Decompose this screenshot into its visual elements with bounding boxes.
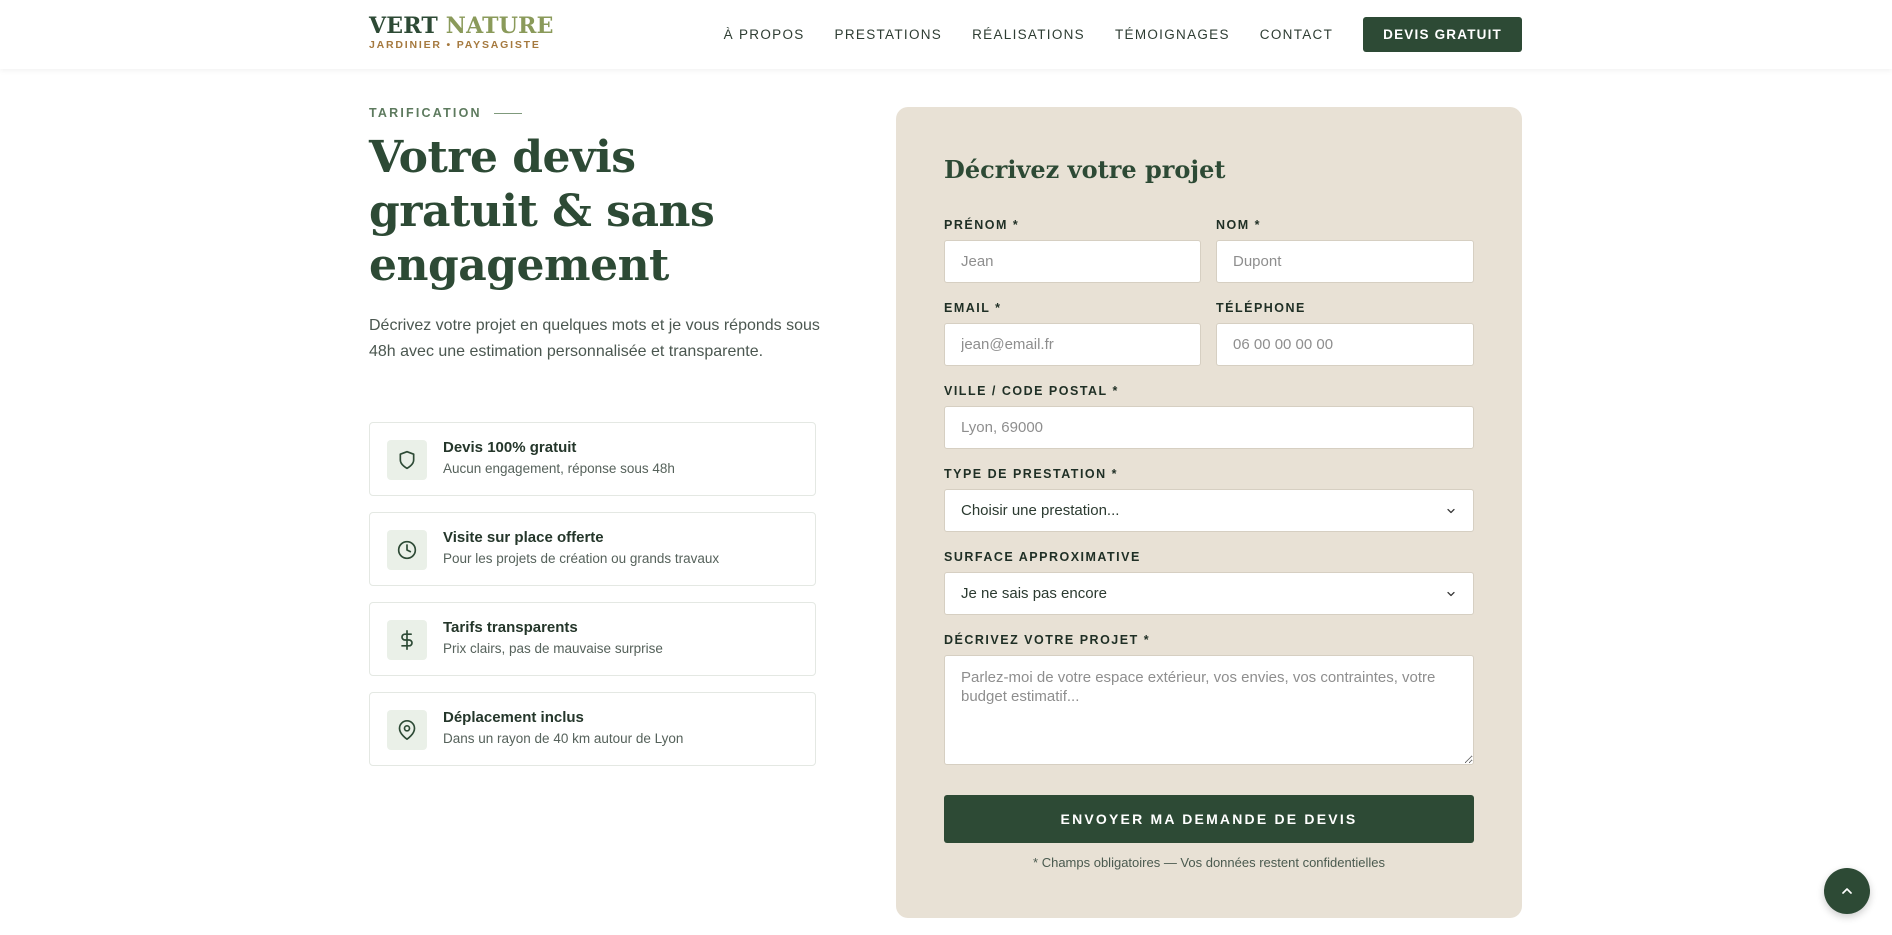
dollar-icon	[387, 620, 427, 660]
logo-word-nature: NATURE	[445, 13, 554, 39]
clock-icon	[387, 530, 427, 570]
lastname-label: NOM *	[1216, 218, 1261, 232]
chevron-down-icon	[1447, 591, 1455, 596]
nav-link-prestations[interactable]: PRESTATIONS	[835, 27, 943, 42]
surface-value: Je ne sais pas encore	[961, 585, 1107, 602]
service-type-value: Choisir une prestation...	[961, 502, 1120, 519]
service-type-label: TYPE DE PRESTATION *	[944, 467, 1119, 481]
submit-quote-button[interactable]: ENVOYER MA DEMANDE DE DEVIS	[944, 795, 1474, 843]
feature-card-travel-included: Déplacement inclus Dans un rayon de 40 k…	[369, 692, 816, 766]
chevron-down-icon	[1447, 508, 1455, 513]
nav-link-realisations[interactable]: RÉALISATIONS	[972, 27, 1085, 42]
feature-description: Prix clairs, pas de mauvaise surprise	[443, 641, 663, 656]
back-to-top-button[interactable]	[1824, 868, 1870, 914]
feature-card-free-quote: Devis 100% gratuit Aucun engagement, rép…	[369, 422, 816, 496]
site-header: VERT NATURE JARDINIER • PAYSAGISTE À PRO…	[0, 0, 1892, 69]
surface-select[interactable]: Je ne sais pas encore	[944, 572, 1474, 615]
logo-wordmark: VERT NATURE	[369, 14, 554, 38]
eyebrow-label: TARIFICATION	[369, 106, 482, 120]
nav-link-contact[interactable]: CONTACT	[1260, 27, 1333, 42]
phone-label: TÉLÉPHONE	[1216, 301, 1306, 315]
logo-word-vert: VERT	[369, 13, 438, 39]
section-headline: Votre devis gratuit & sans engagement	[369, 132, 715, 291]
shield-icon	[387, 440, 427, 480]
feature-card-transparent-pricing: Tarifs transparents Prix clairs, pas de …	[369, 602, 816, 676]
feature-title: Tarifs transparents	[443, 619, 578, 636]
feature-title: Déplacement inclus	[443, 709, 584, 726]
logo[interactable]: VERT NATURE JARDINIER • PAYSAGISTE	[369, 14, 554, 51]
project-description-label: DÉCRIVEZ VOTRE PROJET *	[944, 633, 1151, 647]
lastname-input[interactable]	[1216, 240, 1474, 283]
email-label: EMAIL *	[944, 301, 1002, 315]
city-input[interactable]	[944, 406, 1474, 449]
feature-card-site-visit: Visite sur place offerte Pour les projet…	[369, 512, 816, 586]
firstname-label: PRÉNOM *	[944, 218, 1020, 232]
firstname-input[interactable]	[944, 240, 1201, 283]
quote-form-card: Décrivez votre projet PRÉNOM * NOM * EMA…	[896, 107, 1522, 918]
email-input[interactable]	[944, 323, 1201, 366]
feature-description: Pour les projets de création ou grands t…	[443, 551, 720, 566]
nav-link-a-propos[interactable]: À PROPOS	[724, 27, 805, 42]
map-pin-icon	[387, 710, 427, 750]
nav-link-temoignages[interactable]: TÉMOIGNAGES	[1115, 27, 1230, 42]
phone-input[interactable]	[1216, 323, 1474, 366]
main-nav: À PROPOS PRESTATIONS RÉALISATIONS TÉMOIG…	[724, 17, 1522, 52]
feature-description: Aucun engagement, réponse sous 48h	[443, 461, 675, 476]
chevron-up-icon	[1842, 888, 1852, 894]
section-eyebrow: TARIFICATION	[369, 106, 522, 120]
eyebrow-line	[493, 112, 522, 114]
city-label: VILLE / CODE POSTAL *	[944, 384, 1119, 398]
form-title: Décrivez votre projet	[944, 155, 1226, 184]
feature-title: Devis 100% gratuit	[443, 439, 577, 456]
feature-description: Dans un rayon de 40 km autour de Lyon	[443, 731, 684, 746]
logo-tagline: JARDINIER • PAYSAGISTE	[369, 39, 541, 51]
devis-gratuit-button[interactable]: DEVIS GRATUIT	[1363, 17, 1522, 52]
surface-label: SURFACE APPROXIMATIVE	[944, 550, 1141, 564]
service-type-select[interactable]: Choisir une prestation...	[944, 489, 1474, 532]
section-intro-text: Décrivez votre projet en quelques mots e…	[369, 317, 820, 360]
form-footnote: * Champs obligatoires — Vos données rest…	[1033, 855, 1385, 870]
project-description-textarea[interactable]	[944, 655, 1474, 765]
feature-title: Visite sur place offerte	[443, 529, 604, 546]
